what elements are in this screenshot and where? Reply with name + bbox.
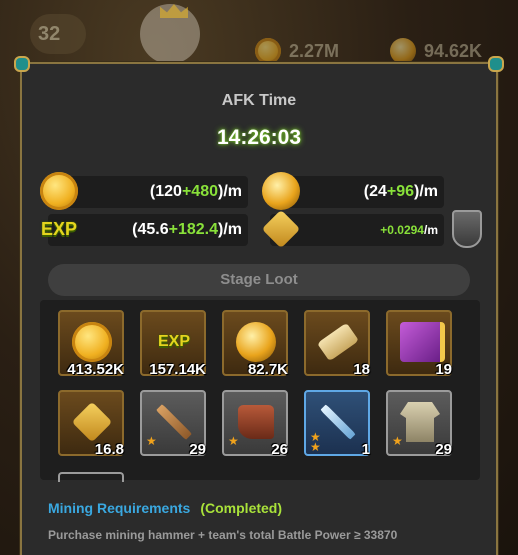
gold-rate-base: (120 — [149, 183, 182, 200]
tunic-armor-icon — [400, 402, 440, 442]
gold-coin-icon — [72, 322, 112, 362]
gem-rate-bonus: +0.0294 — [380, 223, 424, 237]
loot-slot[interactable]: EXP 157.14K — [140, 310, 206, 378]
top-bar: 32 2.27M 94.62K — [0, 0, 518, 70]
golden-orb-icon — [262, 172, 300, 210]
star-rating: ★★ — [310, 430, 321, 454]
mining-description: Purchase mining hammer + team's total Ba… — [48, 528, 398, 542]
gold-rate-bonus: +480 — [181, 183, 218, 200]
s-gem-icon — [71, 401, 113, 443]
star-rating: ★ — [146, 434, 157, 448]
loot-grid: 413.52K EXP 157.14K 82.7K 18 19 16.8 ★ 2… — [40, 300, 480, 480]
loot-quantity: 413.52K — [67, 361, 124, 378]
star-rating: ★ — [228, 434, 239, 448]
level-badge[interactable]: 32 — [30, 14, 86, 54]
loot-slot[interactable]: 82.7K — [222, 310, 288, 378]
vip-shield-button[interactable] — [452, 210, 482, 248]
gold-coin-icon — [40, 172, 78, 210]
afk-rewards-panel: AFK Time 14:26:03 (120 +480)/m (24 +96)/m … — [14, 56, 504, 555]
mining-requirements: Mining Requirements (Completed) — [48, 500, 282, 516]
exp-icon: EXP — [40, 218, 78, 239]
orb-rate-bonus: +96 — [386, 183, 414, 200]
gem-rate-row: +0.0294/m — [261, 209, 444, 249]
orb-rate-suffix: )/m — [414, 183, 438, 200]
star-rating: ★ — [392, 434, 403, 448]
loot-quantity: 82.7K — [247, 361, 288, 378]
orb-amount: 94.62K — [424, 40, 483, 61]
s-gem-icon — [261, 209, 301, 249]
loot-slot[interactable]: ★ 26 — [222, 390, 288, 458]
exp-rate-suffix: )/m — [218, 221, 242, 238]
scroll-icon — [316, 322, 360, 362]
gem-rate-suffix: /m — [423, 223, 438, 237]
loot-quantity: 29 — [435, 441, 452, 458]
mining-requirements-label: Mining Requirements — [48, 500, 191, 516]
loot-slot[interactable]: 18 — [304, 310, 370, 378]
leather-boot-icon — [238, 405, 274, 439]
loot-slot[interactable]: 19 — [386, 310, 452, 378]
loot-slot[interactable]: 16.8 — [58, 390, 124, 458]
afk-timer: 14:26:03 — [216, 126, 302, 149]
spellbook-icon — [400, 322, 445, 362]
loot-slot[interactable]: ★★ 1 — [304, 390, 370, 458]
loot-quantity: 29 — [189, 441, 206, 458]
corner-gem-icon — [488, 56, 504, 72]
gold-coin-icon — [255, 38, 281, 64]
corner-gem-icon — [14, 56, 30, 72]
loot-slot[interactable]: 413.52K — [58, 310, 124, 378]
loot-quantity: 157.14K — [149, 361, 206, 378]
gold-rate-row: (120 +480)/m — [40, 172, 248, 210]
gold-resource[interactable]: 2.27M — [255, 38, 339, 64]
exp-rate-row: EXP (45.6 +182.4)/m — [41, 214, 248, 246]
steel-sword-icon — [320, 404, 356, 440]
exp-icon: EXP — [157, 333, 190, 350]
orb-resource[interactable]: 94.62K — [390, 38, 482, 64]
loot-quantity: 19 — [435, 361, 452, 378]
gold-rate-suffix: )/m — [218, 183, 242, 200]
level-value: 32 — [38, 22, 61, 45]
exp-rate-bonus: +182.4 — [168, 221, 218, 238]
gold-amount: 2.27M — [289, 40, 340, 61]
loot-quantity: 16.8 — [94, 441, 124, 458]
wooden-sword-icon — [156, 404, 192, 440]
orb-rate-base: (24 — [363, 183, 387, 200]
golden-orb-icon — [236, 322, 276, 362]
loot-slot[interactable]: ★ 29 — [140, 390, 206, 458]
loot-quantity: 18 — [353, 361, 370, 378]
golden-orb-icon — [390, 38, 416, 64]
loot-slot[interactable]: ★ 29 — [386, 390, 452, 458]
loot-slot-partial[interactable] — [58, 472, 124, 482]
loot-quantity: 1 — [361, 441, 370, 458]
loot-quantity: 26 — [271, 441, 288, 458]
mining-status: (Completed) — [200, 500, 283, 516]
stage-loot-button[interactable]: Stage Loot — [48, 264, 470, 296]
panel-title: AFK Time — [221, 92, 297, 109]
exp-rate-base: (45.6 — [132, 221, 169, 238]
orb-rate-row: (24 +96)/m — [262, 172, 444, 210]
